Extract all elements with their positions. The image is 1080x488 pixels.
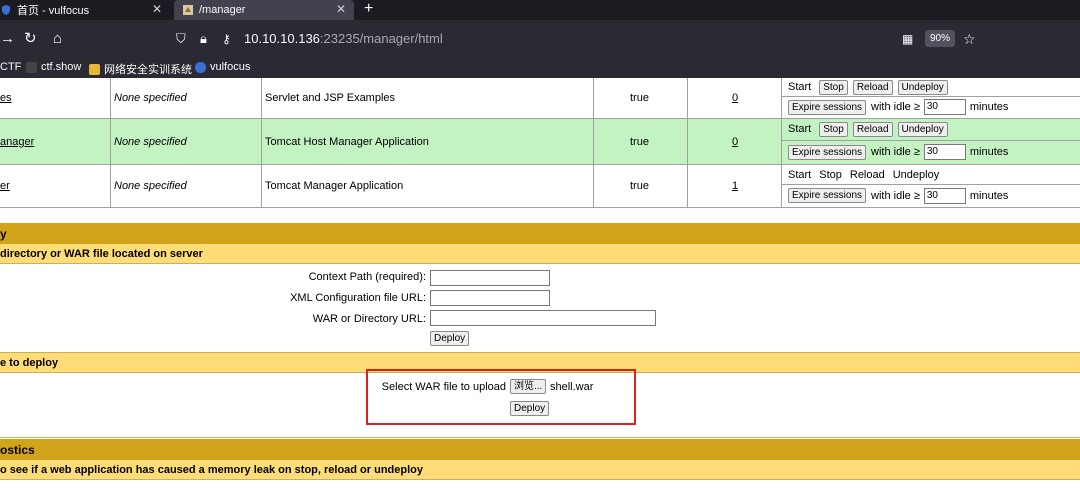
url-field[interactable]: 10.10.10.136:23235/manager/html [244,31,443,46]
tab-label: /manager [199,4,246,16]
app-display-name: Tomcat Host Manager Application [265,135,429,148]
minutes-label: minutes [969,146,1009,159]
expire-sessions-button[interactable]: Expire sessions [788,99,867,115]
close-icon[interactable]: ✕ [152,2,162,16]
training-icon [89,63,100,75]
memory-leak-header: o see if a web application has caused a … [0,460,1080,480]
app-display-name: Tomcat Manager Application [265,180,404,192]
tomcat-favicon-icon [182,4,194,16]
server-deploy-header-text: directory or WAR file located on server [0,247,203,260]
bookmark-vulfocus[interactable]: vulfocus [195,61,250,73]
reload-label: Reload [849,168,885,181]
context-path-input[interactable] [430,270,550,286]
zoom-indicator[interactable]: 90% [925,30,955,47]
highlight-box [366,369,636,425]
bookmark-label: CTF [0,61,22,73]
xml-config-label: XML Configuration file URL: [290,292,426,304]
bookmark-label: ctf.show [41,61,82,73]
with-idle-label: with idle ≥ [871,189,920,202]
table-row: es None specified Servlet and JSP Exampl… [0,78,1080,119]
app-version: None specified [114,180,187,192]
stop-button[interactable]: Stop [819,121,848,137]
key-icon[interactable]: ⚷ [222,30,231,48]
war-dir-input[interactable] [430,310,656,326]
app-running: true [630,180,649,192]
stop-button[interactable]: Stop [819,79,848,95]
bookmark-label: vulfocus [210,61,251,73]
manager-page: es None specified Servlet and JSP Exampl… [0,78,1080,488]
server-deploy-header: directory or WAR file located on server [0,244,1080,264]
navigation-bar: → ↻ ⌂ ⛉ 🔒︎ ⚷ 10.10.10.136:23235/manager/… [0,20,1080,58]
app-path-link[interactable]: er [0,165,10,207]
url-path: :23235/manager/html [319,31,443,46]
app-display-name: Servlet and JSP Examples [265,92,396,104]
stop-label: Stop [819,168,842,181]
qr-code-icon[interactable]: ▦ [902,30,913,48]
tab-bar: 首页 - vulfocus ✕ /manager ✕ + [0,0,1080,20]
diagnostics-title: ostics [0,439,1080,460]
context-path-label: Context Path (required): [308,271,426,283]
lock-icon[interactable]: 🔒︎ [200,30,207,48]
with-idle-label: with idle ≥ [871,146,920,159]
bookmark-ctf[interactable]: CTF [0,61,21,73]
idle-input[interactable]: 30 [923,144,966,161]
undeploy-label: Undeploy [892,168,940,181]
app-running: true [630,135,649,148]
expire-sessions-button[interactable]: Expire sessions [788,144,867,160]
bookmark-ctfshow[interactable]: ctf.show [26,61,81,73]
new-tab-plus-icon[interactable]: + [364,0,373,18]
diagnostics-title-text: ostics [0,442,35,457]
app-path-link[interactable]: anager [0,119,34,164]
app-sessions-link[interactable]: 0 [732,119,738,164]
start-label: Start [788,81,812,94]
bookmark-security-training[interactable]: 网络安全实训系统 [89,61,192,77]
forward-arrow-icon[interactable]: → [0,30,15,48]
bookmark-label: 网络安全实训系统 [104,64,192,76]
minutes-label: minutes [969,189,1009,202]
shield-icon[interactable]: ⛉ [176,30,186,48]
xml-config-input[interactable] [430,290,550,306]
bookmarks-bar: CTF ctf.show 网络安全实训系统 vulfocus [0,58,1080,78]
reload-button[interactable]: Reload [852,79,893,95]
memory-leak-header-text: o see if a web application has caused a … [0,463,424,476]
undeploy-button[interactable]: Undeploy [897,121,948,137]
tab-vulfocus[interactable]: 首页 - vulfocus ✕ [0,0,170,20]
shield-favicon-icon [0,4,12,16]
expire-sessions-button[interactable]: Expire sessions [788,188,867,204]
idle-input[interactable]: 30 [923,99,966,116]
app-version: None specified [114,135,187,148]
app-sessions-link[interactable]: 0 [732,78,738,118]
tab-label: 首页 - vulfocus [17,5,90,17]
start-label: Start [788,168,812,181]
commands-cell: Start Stop Reload Undeploy Expire sessio… [782,119,1080,164]
ctfshow-icon [26,61,37,73]
start-label: Start [788,123,812,136]
undeploy-button[interactable]: Undeploy [897,79,948,95]
with-idle-label: with idle ≥ [871,101,920,114]
close-icon[interactable]: ✕ [336,2,346,16]
table-row: anager None specified Tomcat Host Manage… [0,119,1080,165]
deploy-button[interactable]: Deploy [430,331,470,346]
app-running: true [630,92,649,104]
upload-deploy-header-text: e to deploy [0,356,59,369]
reload-icon[interactable]: ↻ [24,30,37,48]
idle-input[interactable]: 30 [923,187,966,204]
deploy-title-text: y [0,226,7,241]
app-version: None specified [114,92,187,104]
bookmark-star-icon[interactable]: ☆ [963,30,976,48]
commands-cell: Start Stop Reload Undeploy Expire sessio… [782,165,1080,207]
app-sessions-link[interactable]: 1 [732,165,738,207]
commands-cell: Start Stop Reload Undeploy Expire sessio… [782,78,1080,118]
server-deploy-form: Context Path (required): XML Configurati… [0,264,1080,353]
url-host: 10.10.10.136 [244,31,320,46]
home-icon[interactable]: ⌂ [53,30,62,48]
table-row: er None specified Tomcat Manager Applica… [0,165,1080,208]
deploy-title: y [0,223,1080,244]
war-dir-label: WAR or Directory URL: [312,313,426,325]
vulfocus-icon [195,61,206,73]
reload-button[interactable]: Reload [852,121,893,137]
minutes-label: minutes [969,101,1009,114]
tab-manager[interactable]: /manager ✕ [174,0,354,20]
app-path-link[interactable]: es [0,78,12,118]
